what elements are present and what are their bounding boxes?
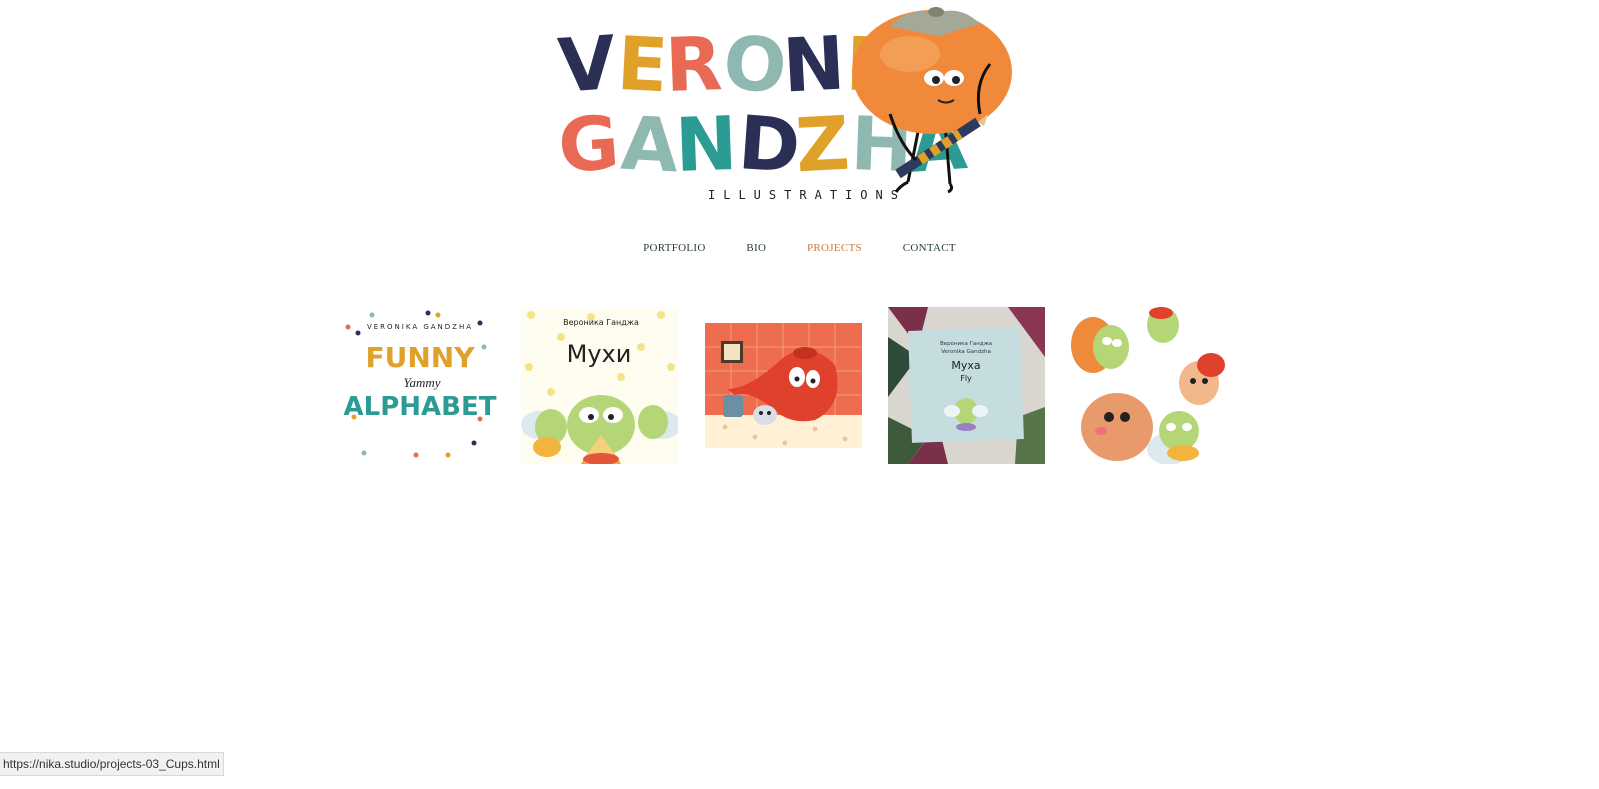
cover-author: Вероника Ганджа <box>563 318 639 327</box>
cover-title: Мухи <box>567 340 632 368</box>
project-thumbnail-mukha-fly[interactable]: Вероника Ганджа Veronika Gandzha Муха Fl… <box>888 307 1045 464</box>
cover-title: Муха <box>951 359 980 372</box>
project-thumbnail-bugs[interactable] <box>1071 307 1228 464</box>
cover-title-line3: ALPHABET <box>344 392 497 422</box>
logo-letter: R <box>663 21 722 109</box>
logo-letter: D <box>735 100 801 191</box>
cups-cover <box>705 307 862 464</box>
logo-letter: N <box>673 100 737 190</box>
logo-letter: V <box>555 20 617 110</box>
project-thumbnail-funny-alphabet[interactable]: VERONIKA GANDZHA FUNNY Yammy ALPHABET <box>342 307 499 464</box>
cover-author: VERONIKA GANDZHA <box>367 323 473 331</box>
logo-letter: E <box>615 20 669 110</box>
bugs-cover <box>1071 307 1228 464</box>
cover-author-en: Veronika Gandzha <box>941 349 991 355</box>
logo-letter: A <box>618 100 679 190</box>
logo-letter: Z <box>794 100 851 190</box>
cover-title-line2: Yammy <box>403 375 440 390</box>
nav-item-projects[interactable]: PROJECTS <box>807 242 862 254</box>
cover-author-ru: Вероника Ганджа <box>940 341 992 347</box>
logo-letter: N <box>780 20 845 110</box>
browser-status-bar-url: https://nika.studio/projects-03_Cups.htm… <box>0 752 224 776</box>
main-navigation: PORTFOLIO BIO PROJECTS CONTACT <box>0 242 1599 254</box>
persimmon-mascot-icon <box>852 7 1012 194</box>
project-thumbnail-mukhi[interactable]: Вероника Ганджа Мухи <box>521 307 678 464</box>
logo-letter: O <box>720 20 788 111</box>
cover-title-line1: FUNNY <box>365 341 475 374</box>
nav-item-portfolio[interactable]: PORTFOLIO <box>643 242 706 254</box>
mukhi-cover: Вероника Ганджа Мухи <box>521 307 678 464</box>
funny-alphabet-cover: VERONIKA GANDZHA FUNNY Yammy ALPHABET <box>342 307 499 464</box>
project-thumbnail-cups[interactable] <box>705 307 862 464</box>
mukha-fly-cover: Вероника Ганджа Veronika Gandzha Муха Fl… <box>888 307 1045 464</box>
cover-subtitle: Fly <box>960 374 972 383</box>
logo-letter: G <box>555 100 621 190</box>
nav-item-bio[interactable]: BIO <box>746 242 766 254</box>
nav-item-contact[interactable]: CONTACT <box>903 242 956 254</box>
